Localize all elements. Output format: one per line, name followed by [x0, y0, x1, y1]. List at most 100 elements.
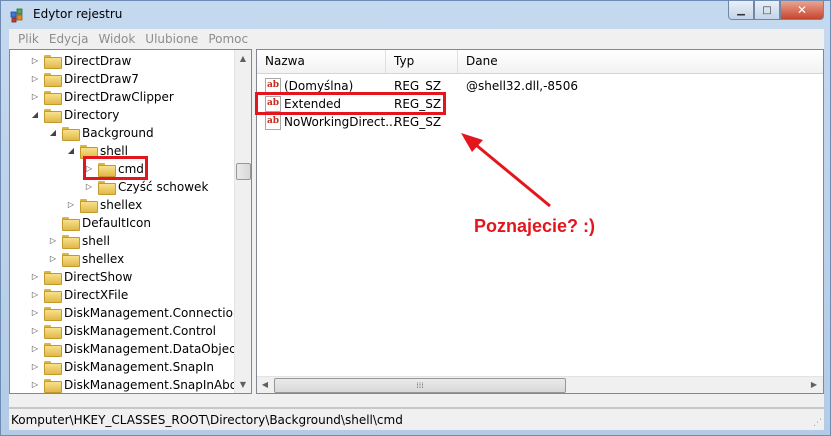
- tree-item-label: DiskManagement.Connection: [64, 306, 236, 320]
- tree-item-label: Czyść schowek: [118, 180, 209, 194]
- tree-expander-icon[interactable]: ▷: [30, 56, 40, 66]
- tree-item[interactable]: ▷ Czyść schowek: [84, 178, 208, 196]
- tree-item[interactable]: ▷ DirectDrawClipper: [30, 88, 174, 106]
- tree-item-label: Background: [82, 126, 154, 140]
- menu-view[interactable]: Widok: [93, 32, 140, 46]
- close-button[interactable]: ✕: [780, 1, 824, 20]
- tree-expander-icon[interactable]: ▷: [84, 182, 94, 192]
- column-header-type[interactable]: Typ: [386, 50, 458, 73]
- folder-icon: [44, 289, 62, 303]
- list-scroll-thumb[interactable]: ⁞⁞⁞: [274, 378, 566, 393]
- scroll-down-arrow-icon[interactable]: ▼: [235, 376, 251, 393]
- tree-item[interactable]: ◢ Directory: [30, 106, 119, 124]
- tree-item-label: DiskManagement.SnapIn: [64, 360, 214, 374]
- resize-grip-icon[interactable]: ⋰: [813, 418, 822, 428]
- tree-vertical-scrollbar[interactable]: ▲ ▼: [234, 50, 251, 393]
- scroll-right-arrow-icon[interactable]: ▶: [806, 377, 822, 393]
- tree-item[interactable]: ▷ DirectDraw7: [30, 70, 139, 88]
- value-data: @shell32.dll,-8506: [466, 79, 578, 93]
- tree-item[interactable]: ▷ DiskManagement.Connection: [30, 304, 236, 322]
- tree-expander-icon[interactable]: ▷: [30, 92, 40, 102]
- tree-expander-icon[interactable]: ▷: [30, 290, 40, 300]
- tree-item[interactable]: ▷ shellex: [48, 250, 124, 268]
- tree-expander-icon[interactable]: ▷: [48, 254, 58, 264]
- tree-item-label: DirectShow: [64, 270, 133, 284]
- value-name: NoWorkingDirect...: [284, 115, 397, 129]
- tree-expander-icon[interactable]: ▷: [48, 236, 58, 246]
- scroll-left-arrow-icon[interactable]: ◀: [257, 377, 273, 393]
- window-title: Edytor rejestru: [33, 7, 123, 21]
- tree-item[interactable]: ▷ shellex: [66, 196, 142, 214]
- tree-scroll-thumb[interactable]: [236, 163, 251, 180]
- minimize-button[interactable]: ▁: [728, 1, 754, 20]
- annotation-text: Poznajecie? :): [474, 216, 596, 236]
- registry-tree[interactable]: ▷ DirectDraw ▷ DirectDraw7 ▷ DirectDrawClippe…: [9, 49, 252, 394]
- tree-expander-icon[interactable]: ▷: [30, 344, 40, 354]
- folder-icon: [98, 181, 116, 195]
- tree-item-label: DiskManagement.DataObject: [64, 342, 236, 356]
- tree-expander-icon[interactable]: ▷: [30, 326, 40, 336]
- column-header-name[interactable]: Nazwa: [257, 50, 386, 73]
- list-header: Nazwa Typ Dane: [257, 50, 823, 74]
- folder-icon: [44, 109, 62, 123]
- registry-app-icon: [10, 8, 23, 23]
- tree-item[interactable]: DefaultIcon: [48, 214, 151, 232]
- folder-icon: [44, 307, 62, 321]
- tree-expander-icon[interactable]: ◢: [48, 128, 58, 138]
- folder-icon: [44, 55, 62, 69]
- tree-expander-icon[interactable]: ▷: [30, 272, 40, 282]
- tree-item[interactable]: ▷ DiskManagement.DataObject: [30, 340, 236, 358]
- menu-favorites[interactable]: Ulubione: [140, 32, 203, 46]
- value-row[interactable]: ab NoWorkingDirect... REG_SZ: [257, 113, 823, 131]
- tree-item-label: shell: [82, 234, 110, 248]
- tree-item-label: DirectXFile: [64, 288, 129, 302]
- status-path: Komputer\HKEY_CLASSES_ROOT\Directory\Bac…: [11, 412, 403, 427]
- folder-icon: [44, 343, 62, 357]
- menu-help[interactable]: Pomoc: [203, 32, 253, 46]
- scroll-up-arrow-icon[interactable]: ▲: [235, 50, 251, 67]
- tree-item-label: DefaultIcon: [82, 216, 151, 230]
- tree-expander-icon[interactable]: ▷: [30, 308, 40, 318]
- tree-expander-icon[interactable]: ▷: [30, 380, 40, 390]
- title-bar[interactable]: Edytor rejestru ▁ □ ✕: [1, 1, 830, 29]
- tree-content: ▷ DirectDraw ▷ DirectDraw7 ▷ DirectDrawClippe…: [10, 50, 236, 393]
- tree-item-label: DiskManagement.SnapInAbout: [64, 378, 236, 392]
- tree-item[interactable]: ▷ DirectDraw: [30, 52, 131, 70]
- menu-edit[interactable]: Edycja: [44, 32, 94, 46]
- tree-item-label: shellex: [82, 252, 125, 266]
- folder-icon: [44, 271, 62, 285]
- tree-item[interactable]: ▷ DirectXFile: [30, 286, 128, 304]
- tree-item[interactable]: ▷ DirectShow: [30, 268, 132, 286]
- folder-icon: [62, 217, 80, 231]
- registry-editor-window: Edytor rejestru ▁ □ ✕ Plik Edycja Widok …: [0, 0, 831, 436]
- column-header-data[interactable]: Dane: [458, 50, 823, 73]
- folder-icon: [44, 325, 62, 339]
- value-type: REG_SZ: [394, 115, 442, 129]
- tree-item-label: shellex: [100, 198, 143, 212]
- tree-item-label: DirectDraw: [64, 54, 132, 68]
- tree-item-label: DiskManagement.Control: [64, 324, 217, 338]
- tree-item[interactable]: ▷ DiskManagement.SnapIn: [30, 358, 214, 376]
- list-horizontal-scrollbar[interactable]: ◀ ⁞⁞⁞ ▶: [257, 376, 823, 393]
- menu-bar: Plik Edycja Widok Ulubione Pomoc: [9, 29, 824, 49]
- tree-item[interactable]: ▷ shell: [48, 232, 110, 250]
- tree-item[interactable]: ◢ Background: [48, 124, 154, 142]
- highlight-box-cmd: [83, 156, 148, 180]
- tree-expander-icon[interactable]: ◢: [30, 110, 40, 120]
- tree-expander-icon[interactable]: ▷: [66, 200, 76, 210]
- folder-icon: [44, 73, 62, 87]
- tree-expander-icon[interactable]: ▷: [30, 74, 40, 84]
- status-bar: Komputer\HKEY_CLASSES_ROOT\Directory\Bac…: [9, 408, 824, 430]
- highlight-box-extended: [255, 92, 446, 115]
- maximize-button[interactable]: □: [754, 1, 780, 20]
- window-controls: ▁ □ ✕: [728, 1, 824, 21]
- tree-expander-icon[interactable]: [48, 218, 58, 228]
- folder-icon: [62, 127, 80, 141]
- menu-file[interactable]: Plik: [13, 32, 44, 46]
- tree-item[interactable]: ▷ DiskManagement.Control: [30, 322, 216, 340]
- tree-expander-icon[interactable]: ◢: [66, 146, 76, 156]
- tree-expander-icon[interactable]: ▷: [30, 362, 40, 372]
- tree-item[interactable]: ▷ DiskManagement.SnapInAbout: [30, 376, 236, 393]
- folder-icon: [44, 379, 62, 393]
- folder-icon: [62, 253, 80, 267]
